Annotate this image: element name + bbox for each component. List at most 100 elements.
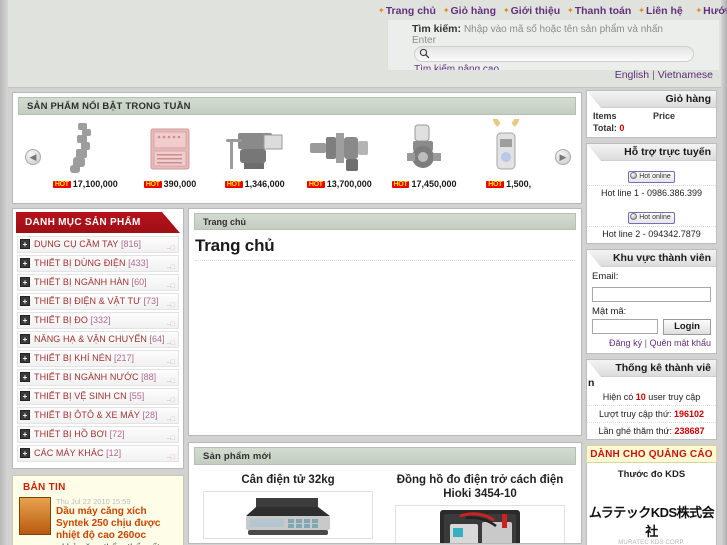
login-button[interactable]: Login: [663, 318, 711, 335]
plus-icon[interactable]: +: [20, 296, 30, 306]
search-input[interactable]: [435, 48, 690, 61]
new-product-item[interactable]: Đồng hồ đo điện trở cách điện Hioki 3454…: [395, 473, 565, 543]
language-vietnamese[interactable]: Vietnamese: [658, 69, 713, 81]
featured-carousel: ◀ ▶ HOT 17,100,000 HOT 390,000 HOT 1,346…: [13, 117, 581, 205]
hot-badge: HOT: [52, 181, 71, 188]
plus-icon[interactable]: +: [20, 391, 30, 401]
category-count: [816]: [121, 239, 142, 249]
sidebar-item-electrical[interactable]: + THIẾT BỊ ĐIỆN & VẬT TƯ [73] –□: [17, 293, 179, 310]
password-field[interactable]: [592, 319, 658, 334]
category-count: [55]: [129, 391, 145, 401]
plus-icon[interactable]: +: [20, 334, 30, 344]
register-link[interactable]: Đăng ký: [609, 338, 642, 348]
sidebar-item-other-machines[interactable]: + CÁC MÁY KHÁC [12] –□: [17, 445, 179, 462]
plus-icon[interactable]: +: [20, 258, 30, 268]
sidebar-item-lifting[interactable]: + NÂNG HẠ & VẬN CHUYỂN [64] –□: [17, 331, 179, 348]
sidebar-item-automotive[interactable]: + THIẾT BỊ ÔTÔ & XE MÁY [28] –□: [17, 407, 179, 424]
carousel-item[interactable]: HOT 13,700,000: [297, 117, 382, 189]
hotline-1: Hot line 1 - 0986.386.399: [600, 188, 703, 198]
forgot-password-link[interactable]: Quên mật khẩu: [649, 338, 711, 348]
hot-online-badge[interactable]: Hot online: [628, 171, 675, 183]
plus-icon[interactable]: +: [20, 315, 30, 325]
search-box[interactable]: [414, 46, 694, 62]
new-product-item[interactable]: Cân điện tử 32kg: [203, 473, 373, 543]
nav-item-guide[interactable]: Hướng dẫn: [703, 5, 727, 17]
product-thumbnail: [466, 117, 551, 179]
member-panel-title: Khu vực thành viên: [587, 250, 716, 267]
expand-dash-icon: –□: [166, 454, 175, 461]
language-english[interactable]: English: [615, 69, 649, 81]
plus-icon[interactable]: +: [20, 429, 30, 439]
breadcrumb: Trang chủ: [194, 213, 576, 230]
stats-row-pageviews: Lần ghé thăm thứ: 238687: [587, 423, 716, 439]
news-entry[interactable]: Thu Jul 22 2010 15:59 Dầu máy căng xích …: [13, 495, 183, 545]
carousel-item[interactable]: HOT 1,346,000: [212, 117, 297, 189]
plus-icon[interactable]: +: [20, 372, 30, 382]
plus-icon[interactable]: +: [20, 353, 30, 363]
category-label: NÂNG HẠ & VẬN CHUYỂN: [34, 334, 148, 344]
sidebar-item-pneumatic[interactable]: + THIẾT BỊ KHÍ NÉN [217] –□: [17, 350, 179, 367]
category-count: [217]: [113, 353, 134, 363]
carousel-prev-icon[interactable]: ◀: [25, 149, 41, 165]
sidebar-item-water[interactable]: + THIẾT BỊ NGÀNH NƯỚC [88] –□: [17, 369, 179, 386]
stats-panel: Thống kê thành viê n Hiện có 10 user tru…: [586, 358, 717, 440]
sidebar-item-cleaning[interactable]: + THIẾT BỊ VỆ SINH CN [55] –□: [17, 388, 179, 405]
new-product-thumbnail: [203, 491, 373, 539]
hot-badge: HOT: [391, 181, 410, 188]
product-price-row: HOT 17,100,000: [43, 179, 128, 189]
nav-item-home[interactable]: Trang chủ: [386, 5, 436, 17]
stats-value: 10: [635, 391, 646, 402]
category-label: THIẾT BỊ DÙNG ĐIỆN: [34, 258, 126, 268]
search-hint: Nhập vào mã số hoặc tên sản phẩm và nhấn: [463, 24, 663, 35]
online-status-icon: [630, 172, 638, 179]
sidebar-item-power-tools[interactable]: + THIẾT BỊ DÙNG ĐIỆN [433] –□: [17, 255, 179, 272]
category-count: [73]: [143, 296, 159, 306]
new-products-list: Cân điện tử 32kg Đồng hồ đo điện trở các…: [189, 465, 581, 543]
plus-icon[interactable]: +: [20, 448, 30, 458]
nav-item-cart[interactable]: Giỏ hàng: [451, 5, 497, 17]
carousel-item[interactable]: HOT 17,450,000: [382, 117, 467, 189]
news-date: Thu Jul 22 2010 15:59: [56, 497, 131, 506]
hot-badge: HOT: [224, 181, 243, 188]
category-label: CÁC MÁY KHÁC: [34, 448, 104, 458]
category-count: [64]: [149, 334, 165, 344]
carousel-next-icon[interactable]: ▶: [555, 149, 571, 165]
nav-arrow-icon: ✦: [378, 6, 385, 15]
category-count: [12]: [106, 448, 122, 458]
category-count: [88]: [141, 372, 157, 382]
nav-item-about[interactable]: Giới thiệu: [511, 5, 560, 17]
carousel-item[interactable]: HOT 1,500,: [466, 117, 551, 189]
news-headline[interactable]: Dầu máy căng xích Syntek 250 chịu được n…: [56, 506, 179, 542]
expand-dash-icon: –□: [166, 378, 175, 385]
sidebar-item-measuring[interactable]: + THIẾT BỊ ĐO [332] –□: [17, 312, 179, 329]
product-price-row: HOT 1,346,000: [212, 179, 297, 189]
sidebar-item-welding[interactable]: + THIẾT BỊ NGÀNH HÀN [60] –□: [17, 274, 179, 291]
new-products-title: Sản phẩm mới: [194, 447, 576, 465]
product-thumbnail: [128, 117, 213, 179]
sidebar-item-hand-tools[interactable]: + DỤNG CỤ CẦM TAY [816] –□: [17, 236, 179, 253]
support-panel: Hỗ trợ trực tuyến Hot online Hot line 1 …: [586, 143, 717, 244]
product-price-row: HOT 390,000: [128, 179, 213, 189]
expand-dash-icon: –□: [166, 340, 175, 347]
news-panel: BẢN TIN Thu Jul 22 2010 15:59 Dầu máy că…: [12, 475, 184, 545]
category-label: THIẾT BỊ KHÍ NÉN: [34, 353, 112, 363]
ads-content[interactable]: Thước đo KDS ムラテックKDS株式会社 MURATEC KDS CO…: [586, 462, 717, 545]
plus-icon[interactable]: +: [20, 277, 30, 287]
plus-icon[interactable]: +: [20, 410, 30, 420]
product-price-row: HOT 17,450,000: [382, 179, 467, 189]
sidebar-item-pool[interactable]: + THIẾT BỊ HỒ BƠI [72] –□: [17, 426, 179, 443]
nav-item-contact[interactable]: Liên hệ: [646, 5, 683, 17]
nav-item-payment[interactable]: Thanh toán: [575, 5, 632, 17]
carousel-item[interactable]: HOT 390,000: [128, 117, 213, 189]
plus-icon[interactable]: +: [20, 239, 30, 249]
page-title: Trang chủ: [195, 236, 275, 255]
support-status-row: Hot online: [587, 161, 716, 186]
hot-online-badge[interactable]: Hot online: [628, 212, 675, 224]
search-label: Tìm kiếm: Nhập vào mã số hoặc tên sản ph…: [412, 23, 663, 35]
email-field[interactable]: [592, 286, 711, 302]
online-status-icon: [630, 213, 638, 220]
language-separator: |: [652, 69, 655, 81]
carousel-item[interactable]: HOT 17,100,000: [43, 117, 128, 189]
product-thumbnail: [382, 117, 467, 179]
new-product-thumbnail: [395, 505, 565, 543]
